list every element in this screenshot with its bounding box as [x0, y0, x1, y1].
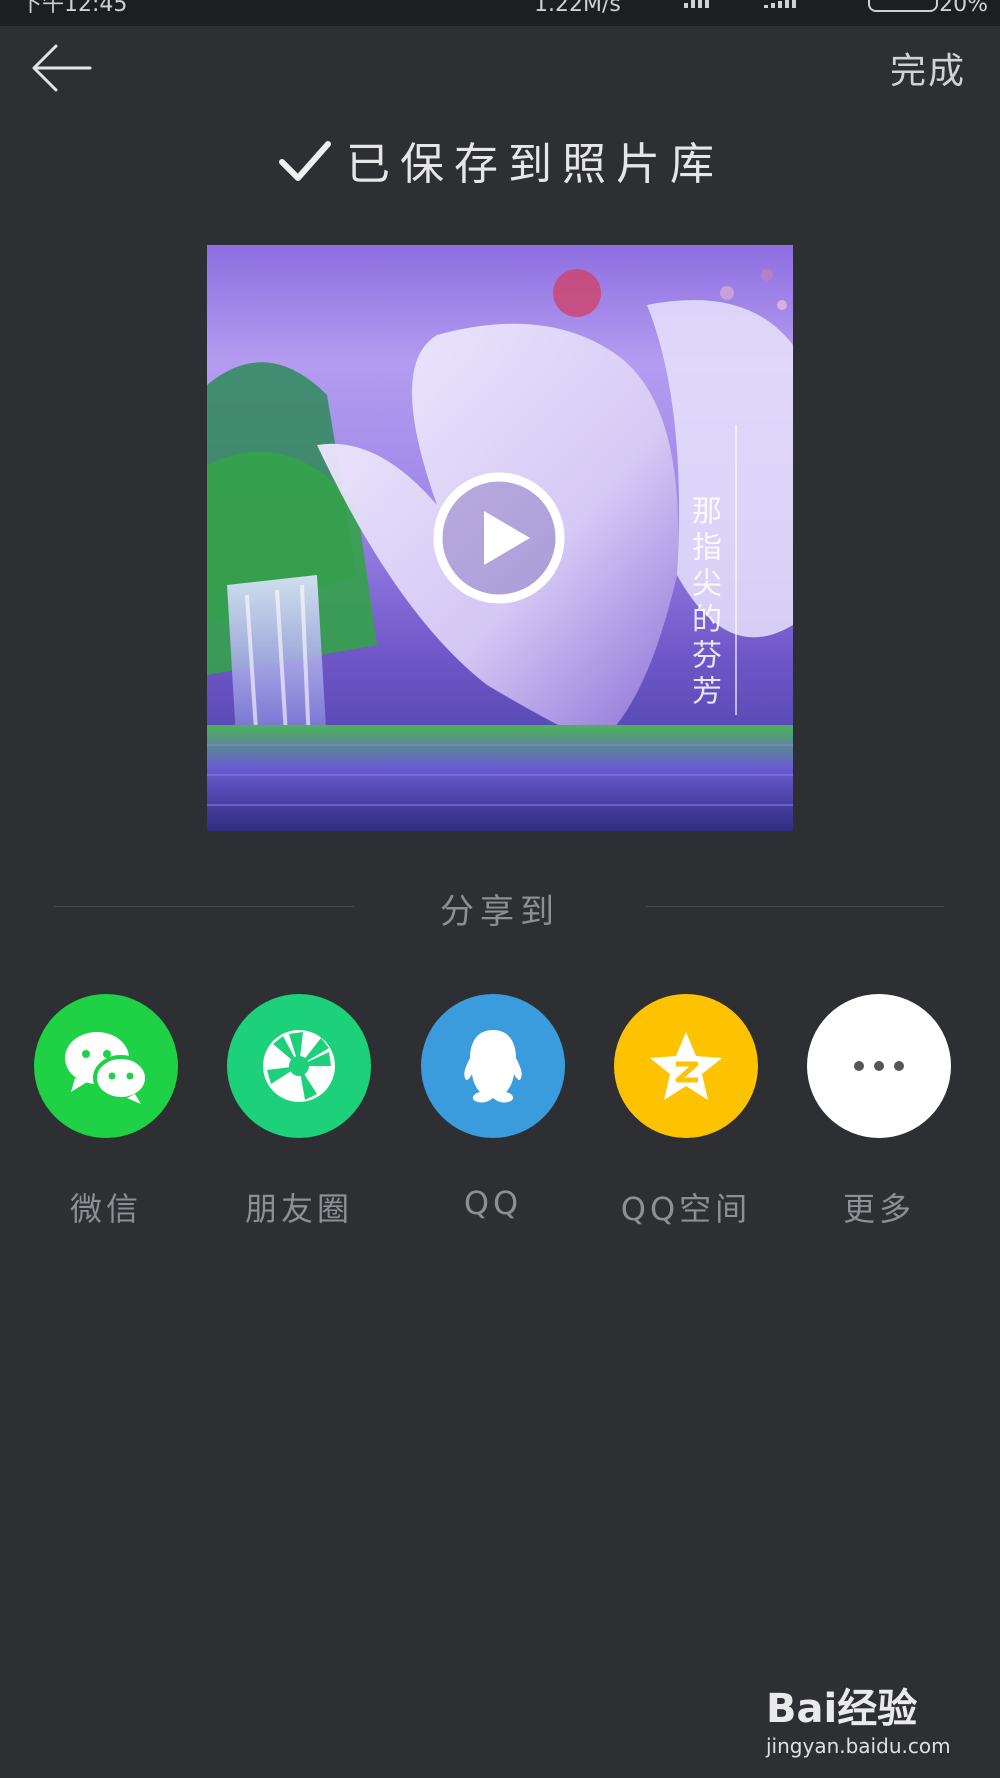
share-moments-button[interactable]: 朋友圈	[226, 994, 372, 1230]
status-network-speed: 1.22M/s	[534, 0, 621, 17]
share-qzone-button[interactable]: QQ空间	[613, 994, 759, 1230]
status-battery: 20%	[939, 0, 988, 17]
share-label-qzone: QQ空间	[620, 1190, 752, 1228]
done-button[interactable]: 完成	[890, 42, 966, 94]
share-label-more: 更多	[842, 1190, 915, 1228]
wechat-icon	[34, 994, 178, 1138]
qzone-icon	[614, 994, 758, 1138]
share-qq-button[interactable]: QQ	[420, 994, 566, 1222]
watermark-brand: Bai经验	[766, 1686, 918, 1732]
checkmark-icon	[279, 141, 331, 181]
share-title: 分享到	[440, 892, 560, 932]
saved-message: 已保存到照片库	[346, 139, 724, 190]
qq-icon	[421, 994, 565, 1138]
share-label-qq: QQ	[463, 1184, 523, 1222]
preview-overlay-text: 那指尖的芬芳	[686, 495, 721, 711]
baidu-jingyan-watermark: Bai经验 jingyan.baidu.com	[766, 1676, 966, 1758]
share-label-wechat: 微信	[69, 1190, 142, 1228]
play-icon[interactable]	[432, 471, 566, 605]
watermark-url: jingyan.baidu.com	[766, 1734, 951, 1758]
share-wechat-button[interactable]: 微信	[33, 994, 179, 1230]
battery-icon	[868, 0, 938, 12]
status-bar: 下午12:45 1.22M/s 20%	[0, 0, 1000, 26]
more-icon	[807, 994, 951, 1138]
signal-icon	[684, 0, 709, 8]
share-label-moments: 朋友圈	[244, 1190, 353, 1228]
share-more-button[interactable]: 更多	[806, 994, 952, 1230]
signal-icon	[764, 0, 796, 8]
back-button[interactable]	[30, 40, 94, 96]
saved-confirmation: 已保存到照片库	[0, 128, 1000, 192]
decorative-line	[735, 425, 737, 715]
moments-icon	[227, 994, 371, 1138]
status-time: 下午12:45	[20, 0, 128, 17]
arrow-left-icon	[32, 44, 92, 92]
video-preview[interactable]: 那指尖的芬芳	[207, 245, 793, 831]
